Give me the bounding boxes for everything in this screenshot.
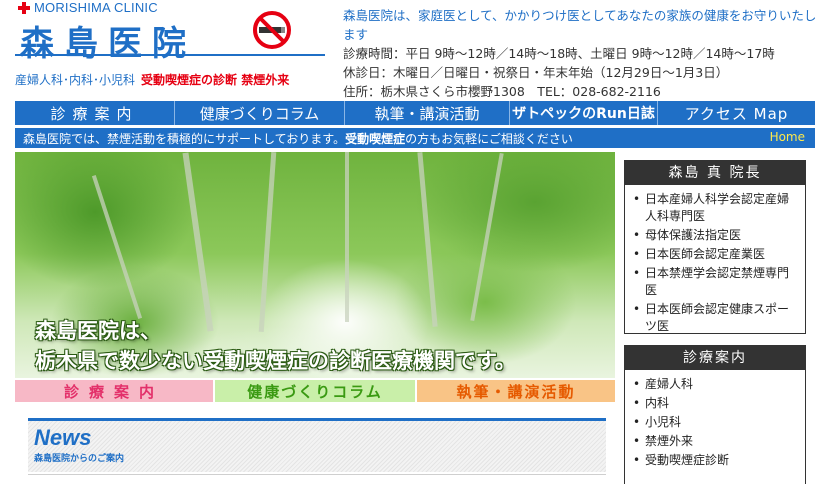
director-title: 森島 真 院長 xyxy=(625,161,805,185)
tree-trunk xyxy=(345,152,349,322)
notice-banner: 森島医院では、禁煙活動を積極的にサポートしております。 受動喫煙症 の方もお気軽にご… xyxy=(15,128,815,148)
subnav-services[interactable]: 診療案内 xyxy=(15,380,213,402)
hero-caption: 森島医院は、 栃木県で数少ない受動喫煙症の診断医療機関です。 xyxy=(35,316,516,376)
hero-image: 森島医院は、 栃木県で数少ない受動喫煙症の診断医療機関です。 xyxy=(15,152,615,378)
notice-text-c: の方もお気軽にご相談ください xyxy=(405,131,573,146)
director-box: 森島 真 院長 日本産婦人科学会認定産婦人科専門医 母体保護法指定医 日本医師会… xyxy=(624,160,806,334)
services-list: 産婦人科 内科 小児科 禁煙外来 受動喫煙症診断 xyxy=(625,370,805,475)
sub-nav: 診療案内 健康づくりコラム 執筆・講演活動 xyxy=(15,380,615,402)
nav-run-diary[interactable]: ザトペックのRun日誌 xyxy=(510,101,658,125)
tree-trunk xyxy=(258,152,277,332)
list-item: 母体保護法指定医 xyxy=(633,227,799,244)
services-title: 診療案内 xyxy=(625,346,805,370)
clinic-tagline: 森島医院は、家庭医として、かかりつけ医としてあなたの家族の健康をお守りいたします xyxy=(343,8,817,42)
logo-divider xyxy=(15,54,325,56)
subnav-writing-lectures[interactable]: 執筆・講演活動 xyxy=(417,380,615,402)
no-smoking-icon xyxy=(253,11,291,49)
tree-trunk xyxy=(470,152,504,322)
clinic-info: 森島医院は、家庭医として、かかりつけ医としてあなたの家族の健康をお守りいたします… xyxy=(343,6,823,101)
site-header: MORISHIMA CLINIC 森島医院 産婦人科･内科･小児科 受動喫煙症の診… xyxy=(0,0,827,100)
news-header: News 森島医院からのご案内 xyxy=(28,418,606,472)
director-credentials: 日本産婦人科学会認定産婦人科専門医 母体保護法指定医 日本医師会認定産業医 日本… xyxy=(625,185,805,341)
list-item: 日本産婦人科学会認定産婦人科専門医 xyxy=(633,191,799,225)
list-item[interactable]: 受動喫煙症診断 xyxy=(633,452,799,469)
news-subtitle: 森島医院からのご案内 xyxy=(34,454,125,464)
list-item[interactable]: 小児科 xyxy=(633,414,799,431)
notice-text-b: 受動喫煙症 xyxy=(345,131,406,146)
logo-subtitle: MORISHIMA CLINIC xyxy=(34,0,158,15)
list-item[interactable]: 産婦人科 xyxy=(633,376,799,393)
departments-text: 産婦人科･内科･小児科 xyxy=(15,73,136,87)
logo-title[interactable]: 森島医院 xyxy=(20,16,196,65)
departments-highlight: 受動喫煙症の診断 禁煙外来 xyxy=(141,73,290,87)
clinic-closed-days: 休診日：木曜日／日曜日・祝祭日・年末年始（12月29日〜1月3日） xyxy=(343,65,729,80)
list-item[interactable]: 禁煙外来 xyxy=(633,433,799,450)
nav-health-column[interactable]: 健康づくりコラム xyxy=(175,101,345,125)
main-nav: 診療案内 健康づくりコラム 執筆・講演活動 ザトペックのRun日誌 アクセス M… xyxy=(15,101,815,125)
nav-access-map[interactable]: アクセス Map xyxy=(658,101,815,125)
list-item: 日本医師会認定産業医 xyxy=(633,246,799,263)
list-item: 日本医師会認定健康スポーツ医 xyxy=(633,301,799,335)
list-item: 日本禁煙学会認定禁煙専門医 xyxy=(633,265,799,299)
news-divider xyxy=(28,474,606,475)
tree-trunk xyxy=(91,175,143,319)
clinic-address: 住所：栃木県さくら市櫻野1308 TEL：028-682-2116 xyxy=(343,84,661,99)
clinic-hours: 診療時間：平日 9時〜12時／14時〜18時、土曜日 9時〜12時／14時〜17… xyxy=(343,46,775,61)
subnav-health-column[interactable]: 健康づくりコラム xyxy=(215,380,415,402)
nav-services[interactable]: 診療案内 xyxy=(15,101,175,125)
tree-trunk xyxy=(417,152,438,327)
services-box: 診療案内 産婦人科 内科 小児科 禁煙外来 受動喫煙症診断 xyxy=(624,345,806,484)
hero-line-2: 栃木県で数少ない受動喫煙症の診断医療機関です。 xyxy=(35,348,516,373)
home-link[interactable]: Home xyxy=(770,130,805,144)
notice-text-a: 森島医院では、禁煙活動を積極的にサポートしております。 xyxy=(23,131,346,146)
news-title: News xyxy=(34,425,92,450)
departments-line: 産婦人科･内科･小児科 受動喫煙症の診断 禁煙外来 xyxy=(15,71,289,88)
nav-writing-lectures[interactable]: 執筆・講演活動 xyxy=(345,101,510,125)
tree-trunk xyxy=(182,152,214,332)
hero-line-1: 森島医院は、 xyxy=(35,318,161,343)
list-item[interactable]: 内科 xyxy=(633,395,799,412)
